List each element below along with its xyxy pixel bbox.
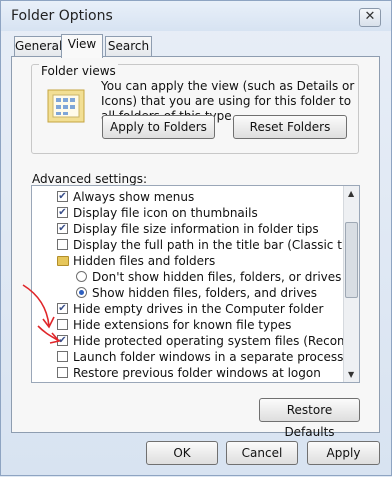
checkbox[interactable] xyxy=(57,367,68,378)
item-label: Display the full path in the title bar (… xyxy=(73,238,359,252)
advanced-settings-list[interactable]: ✔ Always show menus ✔ Display file icon … xyxy=(31,185,360,383)
item-label: Restore previous folder windows at logon xyxy=(73,366,321,380)
scroll-up-arrow-icon[interactable]: ▲ xyxy=(348,189,354,198)
close-icon: ✕ xyxy=(364,9,376,24)
restore-defaults-button[interactable]: Restore Defaults xyxy=(259,398,360,439)
item-label: Launch folder windows in a separate proc… xyxy=(73,350,344,364)
folder-icon xyxy=(57,256,69,266)
item-label: Hidden files and folders xyxy=(73,254,216,268)
folder-options-window: Folder Options ✕ General View Search Fol… xyxy=(0,0,392,476)
advanced-settings-label: Advanced settings: xyxy=(32,172,147,186)
checkbox[interactable] xyxy=(57,319,68,330)
checkbox[interactable] xyxy=(57,351,68,362)
folder-views-legend: Folder views xyxy=(39,64,118,78)
radio-button[interactable] xyxy=(76,271,87,282)
window-title: Folder Options xyxy=(11,8,113,24)
apply-to-folders-button[interactable]: Apply to Folders xyxy=(102,115,215,139)
checkbox[interactable]: ✔ xyxy=(57,223,68,234)
item-label: Display file icon on thumbnails xyxy=(73,206,258,220)
check-icon: ✔ xyxy=(58,191,67,202)
item-label: Hide protected operating system files (R… xyxy=(73,334,359,348)
cancel-button[interactable]: Cancel xyxy=(226,441,298,465)
ok-button[interactable]: OK xyxy=(146,441,218,465)
scroll-down-arrow-icon[interactable]: ▼ xyxy=(348,370,354,379)
close-button[interactable]: ✕ xyxy=(359,8,381,27)
item-label: Don't show hidden files, folders, or dri… xyxy=(92,270,342,284)
radio-button[interactable] xyxy=(76,287,87,298)
checkbox[interactable]: ✔ xyxy=(57,335,68,346)
item-label: Display file size information in folder … xyxy=(73,222,319,236)
checkbox[interactable]: ✔ xyxy=(57,191,68,202)
check-icon: ✔ xyxy=(58,223,67,234)
checkbox[interactable]: ✔ xyxy=(57,207,68,218)
item-label: Show hidden files, folders, and drives xyxy=(92,286,318,300)
check-icon: ✔ xyxy=(58,335,67,346)
title-bar[interactable]: Folder Options ✕ xyxy=(1,1,391,31)
apply-button[interactable]: Apply xyxy=(307,441,380,465)
tab-search[interactable]: Search xyxy=(105,36,152,56)
check-icon: ✔ xyxy=(58,303,67,314)
item-label: Hide extensions for known file types xyxy=(73,318,292,332)
scroll-thumb[interactable] xyxy=(345,222,358,298)
tab-view[interactable]: View xyxy=(61,34,103,58)
checkbox[interactable]: ✔ xyxy=(57,303,68,314)
check-icon: ✔ xyxy=(58,207,67,218)
item-label: Always show menus xyxy=(73,190,195,204)
folder-view-icon xyxy=(47,89,85,123)
checkbox[interactable] xyxy=(57,239,68,250)
tab-general[interactable]: General xyxy=(14,36,62,56)
reset-folders-button[interactable]: Reset Folders xyxy=(233,115,347,139)
item-label: Hide empty drives in the Computer folder xyxy=(73,302,324,316)
scrollbar[interactable]: ▲ ▼ xyxy=(343,186,359,382)
